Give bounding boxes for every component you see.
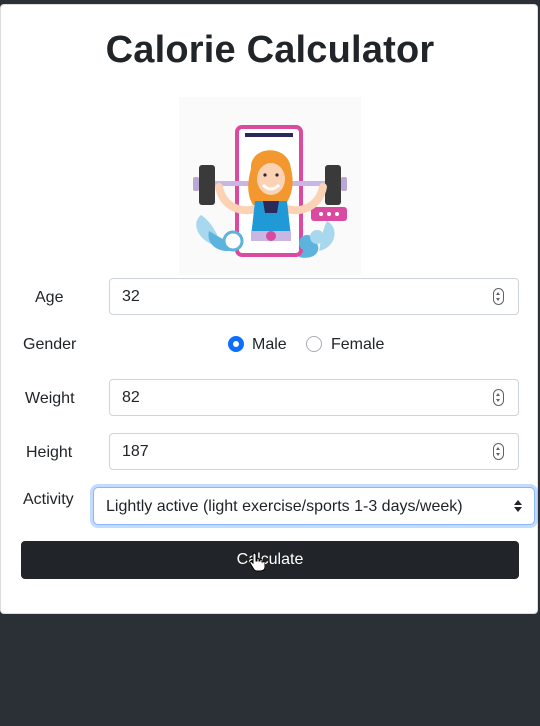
weight-input[interactable]: 82 bbox=[109, 379, 519, 416]
activity-label: Activity bbox=[23, 491, 74, 508]
page-title: Calorie Calculator bbox=[105, 29, 435, 71]
select-caret-icon bbox=[514, 500, 522, 512]
gender-male-radio[interactable] bbox=[228, 336, 244, 352]
gender-label: Gender bbox=[23, 336, 77, 353]
activity-select[interactable]: Lightly active (light exercise/sports 1-… bbox=[93, 487, 535, 525]
gender-female-label[interactable]: Female bbox=[331, 336, 384, 354]
calculator-card: Calorie Calculator Age 32 Gender Male Fe… bbox=[0, 4, 538, 614]
calculate-button[interactable]: Calculate bbox=[21, 541, 519, 579]
age-value: 32 bbox=[122, 288, 140, 305]
height-label: Height bbox=[26, 444, 73, 461]
weight-label: Weight bbox=[25, 390, 75, 407]
weightlifter-phone-illustration-icon bbox=[179, 97, 361, 275]
hand-pointer-icon bbox=[249, 552, 265, 572]
stepper-icon[interactable] bbox=[493, 288, 504, 305]
activity-selected: Lightly active (light exercise/sports 1-… bbox=[106, 498, 463, 515]
age-input[interactable]: 32 bbox=[109, 278, 519, 315]
height-value: 187 bbox=[122, 443, 149, 460]
gender-male-label[interactable]: Male bbox=[252, 336, 287, 354]
age-label: Age bbox=[35, 289, 64, 306]
gender-female-radio[interactable] bbox=[306, 336, 322, 352]
weight-value: 82 bbox=[122, 389, 140, 406]
stepper-icon[interactable] bbox=[493, 443, 504, 460]
stepper-icon[interactable] bbox=[493, 389, 504, 406]
height-input[interactable]: 187 bbox=[109, 433, 519, 470]
